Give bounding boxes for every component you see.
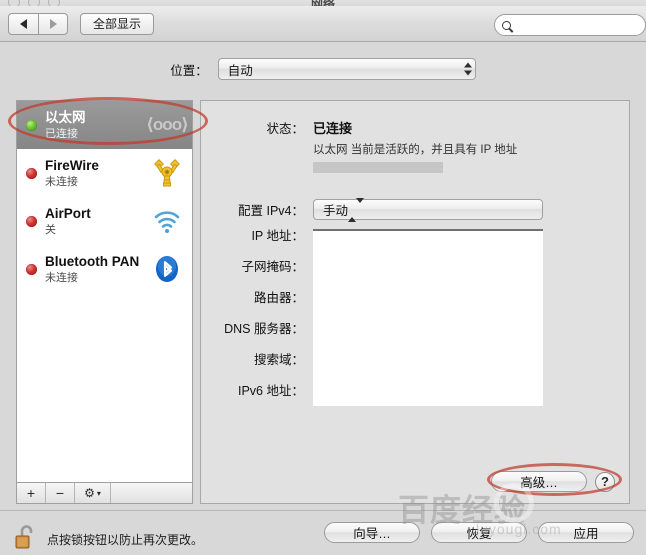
service-name: Bluetooth PAN	[45, 254, 140, 269]
assistant-button[interactable]: 向导…	[324, 522, 420, 543]
triangle-left-icon	[20, 18, 27, 29]
airport-wifi-icon	[150, 204, 184, 238]
remove-service-button[interactable]: −	[46, 483, 75, 503]
search-domains-label: 搜索域：	[253, 353, 304, 367]
gear-action-label: ⚙	[84, 486, 95, 500]
location-row: 位置： 自动	[0, 58, 646, 80]
ip-address-label: IP 地址：	[251, 229, 304, 243]
bluetooth-icon	[150, 252, 184, 286]
search-input[interactable]	[516, 18, 645, 32]
chevron-updown-icon	[348, 197, 365, 222]
network-services-list[interactable]: 以太网 已连接 ⟨ooo⟩ FireWire 未连接 AirPort 关 Blu…	[16, 100, 193, 483]
sidebar-item-ethernet[interactable]: 以太网 已连接 ⟨ooo⟩	[17, 101, 192, 149]
service-status: 关	[45, 224, 56, 236]
status-dot-green-icon	[26, 119, 37, 131]
service-status: 未连接	[45, 272, 78, 284]
service-detail-panel: 状态： 已连接 以太网 当前是活跃的，并且具有 IP 地址 配置 IPv4： 手…	[200, 100, 630, 504]
chevron-updown-icon	[463, 62, 472, 76]
help-button[interactable]: ?	[595, 471, 615, 492]
configure-ipv4-label: 配置 IPv4：	[238, 204, 304, 218]
triangle-right-icon	[49, 18, 57, 29]
ipv6-address-label: IPv6 地址：	[238, 384, 304, 398]
revert-button[interactable]: 恢复	[431, 522, 527, 543]
search-icon	[502, 20, 511, 30]
status-label: 状态：	[266, 122, 304, 136]
sidebar-item-airport[interactable]: AirPort 关	[17, 197, 192, 245]
sidebar-item-bluetooth-pan[interactable]: Bluetooth PAN 未连接	[17, 245, 192, 293]
status-row: 状态： 已连接 以太网 当前是活跃的，并且具有 IP 地址	[201, 118, 629, 178]
lock-area: 点按锁按钮以防止再次更改。	[14, 524, 203, 555]
configure-ipv4-row: 配置 IPv4： 手动	[201, 197, 629, 222]
service-name: FireWire	[45, 158, 99, 173]
status-dot-red-icon	[26, 215, 37, 227]
router-label: 路由器：	[253, 291, 304, 305]
services-list-toolbar: + − ⚙ ▾	[16, 483, 193, 504]
service-name: AirPort	[45, 206, 91, 221]
network-field-values-area[interactable]	[313, 229, 543, 406]
navigation-button-group	[8, 12, 68, 35]
status-description: 以太网 当前是活跃的，并且具有 IP 地址	[313, 144, 518, 156]
subnet-mask-label: 子网掩码：	[241, 260, 304, 274]
forward-button[interactable]	[38, 12, 68, 35]
preferences-toolbar: 全部显示	[0, 6, 646, 42]
configure-ipv4-value: 手动	[323, 204, 349, 218]
search-field[interactable]	[494, 14, 646, 36]
location-selected-value: 自动	[227, 63, 253, 78]
apply-button[interactable]: 应用	[538, 522, 634, 543]
location-popup-button[interactable]: 自动	[217, 58, 476, 80]
location-label: 位置：	[170, 63, 208, 78]
status-value: 已连接	[313, 121, 353, 136]
service-name: 以太网	[45, 110, 86, 125]
status-dot-red-icon	[26, 263, 37, 275]
back-button[interactable]	[8, 12, 38, 35]
gear-icon[interactable]: ⚙ ▾	[75, 483, 111, 503]
advanced-button[interactable]: 高级…	[491, 471, 587, 492]
unlocked-padlock-icon[interactable]	[14, 524, 38, 555]
network-field-labels: IP 地址： 子网掩码： 路由器： DNS 服务器： 搜索域： IPv6 地址：	[201, 229, 313, 415]
service-status: 未连接	[45, 176, 78, 188]
ethernet-icon: ⟨ooo⟩	[146, 115, 189, 134]
sidebar-item-firewire[interactable]: FireWire 未连接	[17, 149, 192, 197]
footer-button-group: 向导… 恢复 应用	[324, 522, 634, 543]
advanced-row: 高级… ?	[491, 471, 615, 492]
redacted-ip-address	[313, 162, 443, 173]
service-status: 已连接	[45, 128, 78, 140]
footer-divider	[0, 510, 646, 511]
firewire-icon	[150, 156, 184, 190]
add-service-button[interactable]: +	[17, 483, 46, 503]
configure-ipv4-popup-button[interactable]: 手动	[313, 197, 543, 222]
lock-hint-text: 点按锁按钮以防止再次更改。	[47, 533, 204, 547]
show-all-button[interactable]: 全部显示	[80, 12, 155, 35]
dns-server-label: DNS 服务器：	[224, 322, 304, 336]
status-dot-red-icon	[26, 167, 37, 179]
